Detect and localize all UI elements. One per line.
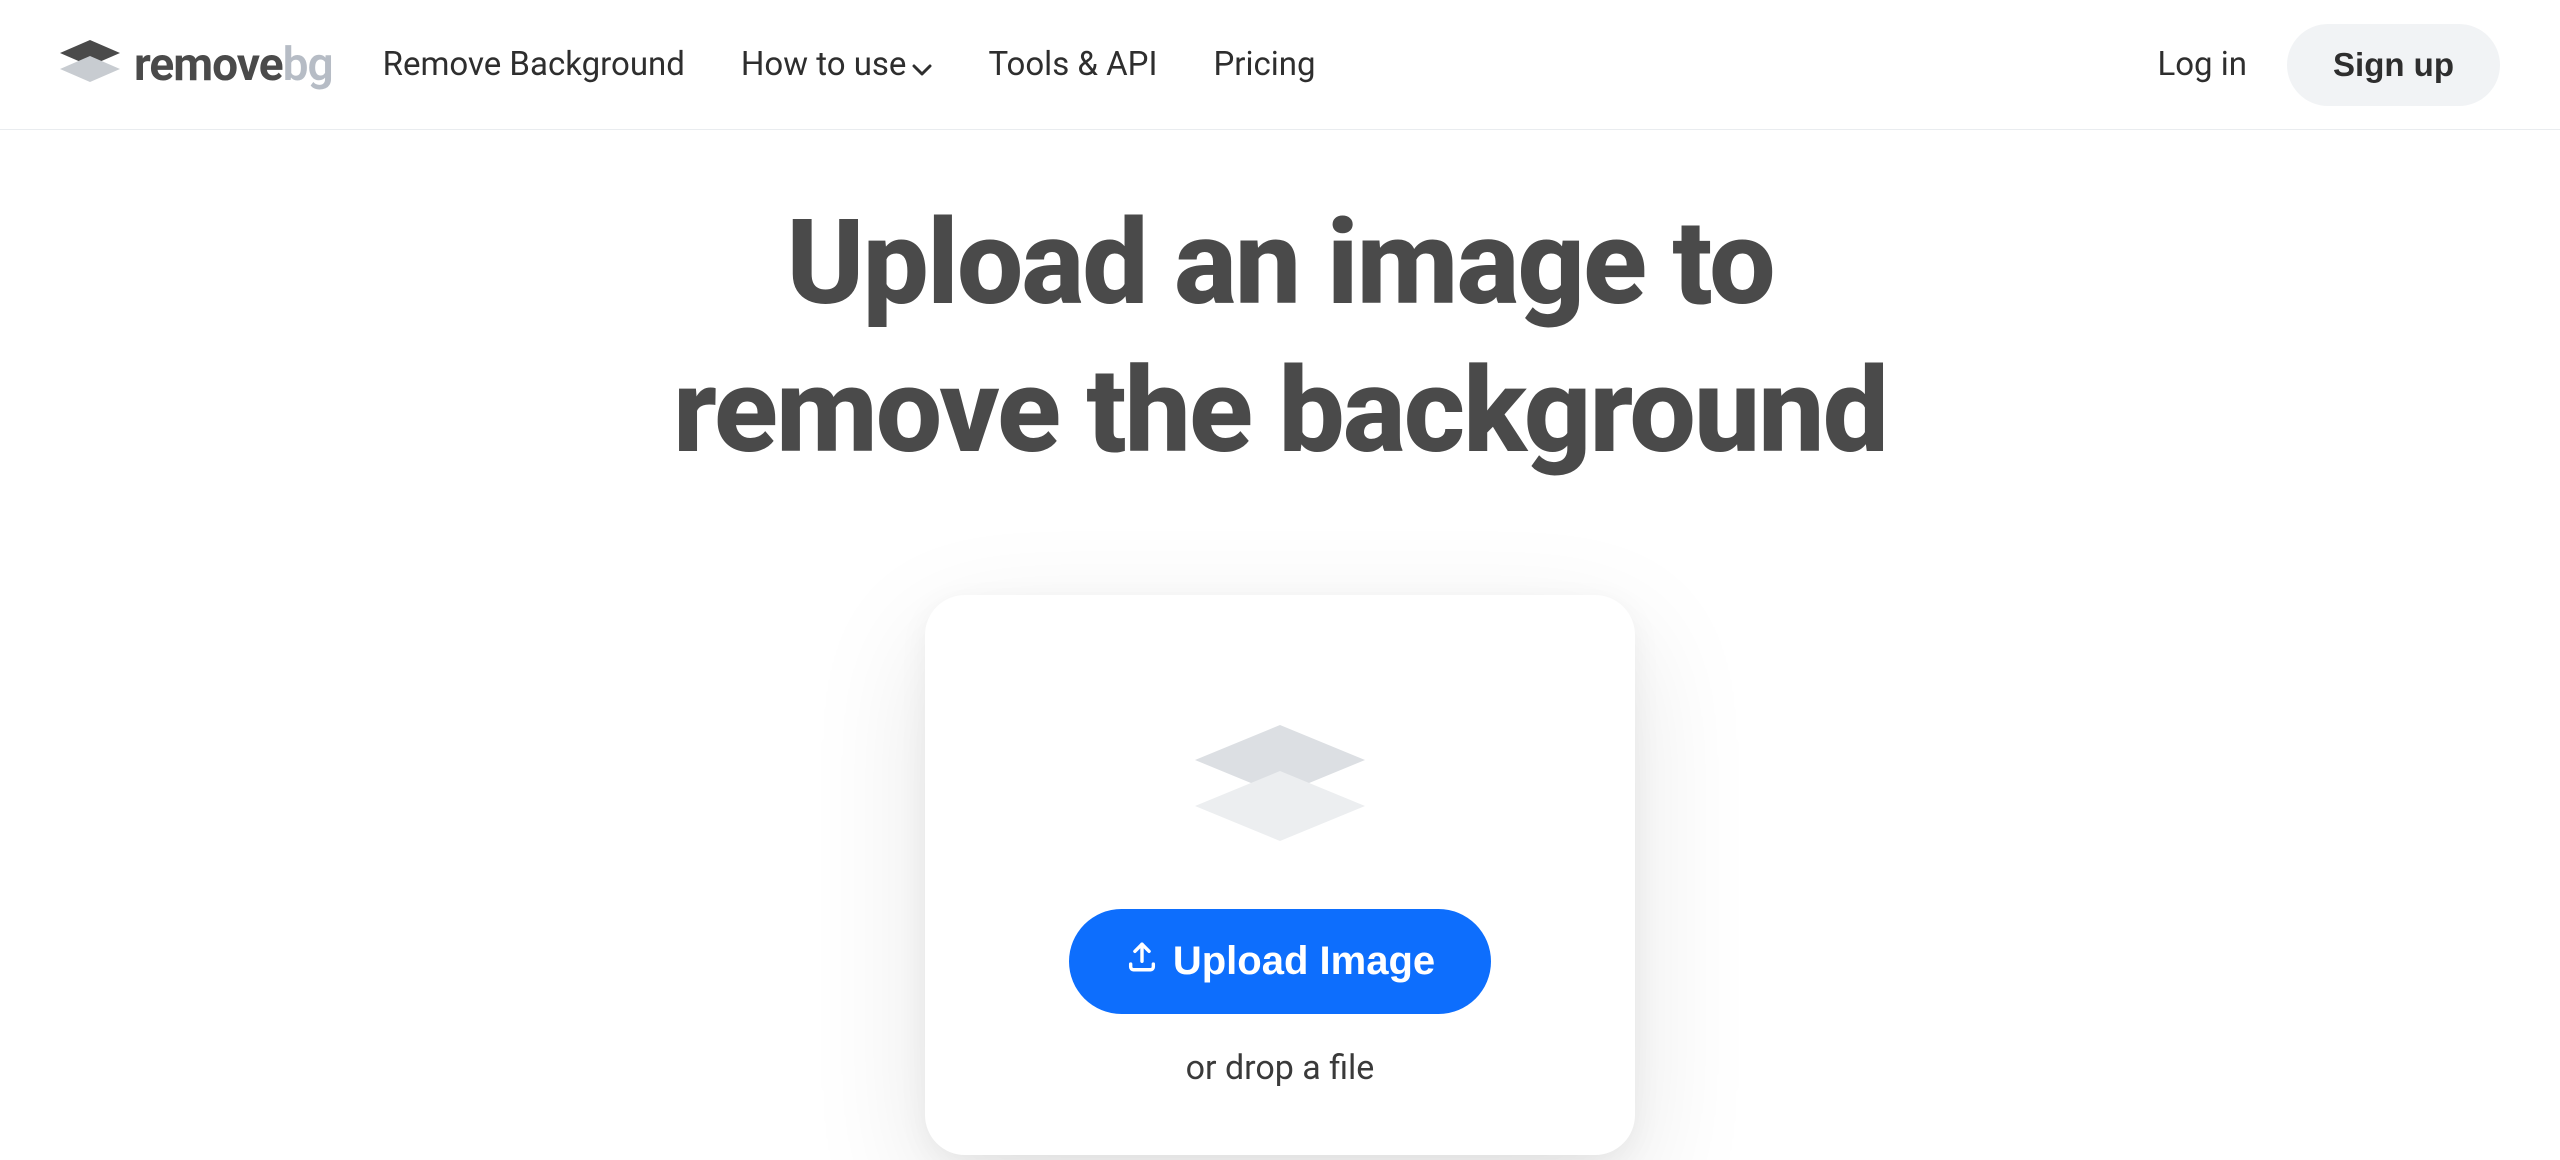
signup-button[interactable]: Sign up [2287,24,2500,106]
nav-remove-background[interactable]: Remove Background [383,45,685,84]
page-title: Upload an image to remove the background [0,190,2560,485]
chevron-down-icon [912,47,932,86]
nav-label: Pricing [1213,45,1315,84]
upload-card[interactable]: Upload Image or drop a file [925,595,1635,1155]
login-link[interactable]: Log in [2157,45,2247,84]
navbar: removebg Remove Background How to use To… [0,0,2560,130]
nav-how-to-use[interactable]: How to use [741,43,933,86]
logo[interactable]: removebg [60,38,333,92]
upload-image-button[interactable]: Upload Image [1069,909,1491,1014]
nav-label: Remove Background [383,45,685,84]
drop-hint: or drop a file [1186,1048,1375,1088]
layers-icon [1195,725,1365,849]
hero: Upload an image to remove the background [0,130,2560,485]
upload-button-label: Upload Image [1173,939,1435,984]
nav-pricing[interactable]: Pricing [1213,45,1315,84]
upload-area: Upload Image or drop a file [0,595,2560,1155]
nav-label: Tools & API [988,45,1157,84]
logo-icon [60,40,120,89]
nav-label: How to use [741,45,907,84]
upload-icon [1125,939,1159,984]
title-line2: remove the background [673,342,1887,480]
logo-word2: bg [283,38,333,92]
nav-right: Log in Sign up [2157,24,2500,106]
logo-text: removebg [134,38,333,92]
nav-links: Remove Background How to use Tools & API… [383,43,2158,86]
title-line1: Upload an image to [786,194,1773,332]
logo-word1: remove [134,38,283,92]
nav-tools-api[interactable]: Tools & API [988,45,1157,84]
